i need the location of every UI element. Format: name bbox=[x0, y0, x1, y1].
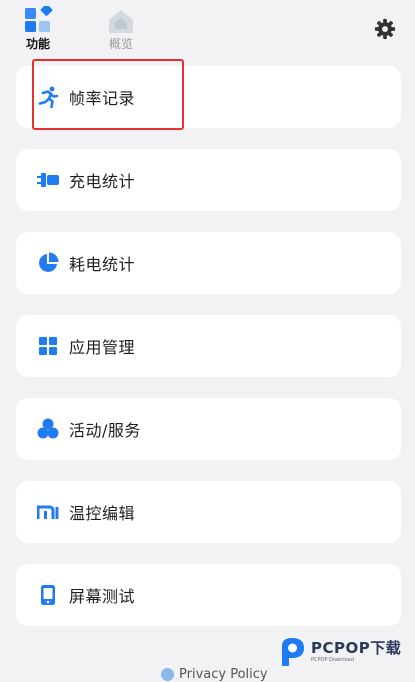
menu-item-screen-test[interactable]: 屏幕测试 bbox=[16, 564, 401, 626]
mi-logo-icon bbox=[37, 501, 59, 523]
privacy-dot-icon bbox=[161, 668, 174, 681]
pcpop-logo-icon bbox=[282, 638, 304, 666]
watermark-subtext: PCPOP Download bbox=[311, 657, 354, 663]
grid-diamond-icon bbox=[25, 6, 53, 32]
menu-item-label: 温控编辑 bbox=[69, 504, 136, 523]
three-circles-icon bbox=[37, 418, 59, 440]
top-bar: 功能 概览 bbox=[0, 0, 415, 58]
pie-chart-icon bbox=[37, 252, 59, 274]
app-grid-icon bbox=[37, 335, 59, 357]
menu-item-label: 耗电统计 bbox=[69, 255, 136, 274]
tab-features-label: 功能 bbox=[25, 37, 50, 51]
charger-plug-icon bbox=[37, 169, 59, 191]
menu-item-label: 屏幕测试 bbox=[69, 587, 136, 606]
menu-item-label: 充电统计 bbox=[69, 172, 136, 191]
menu-item-app-management[interactable]: 应用管理 bbox=[16, 315, 401, 377]
menu-item-label: 帧率记录 bbox=[69, 89, 136, 108]
menu-item-charging-stats[interactable]: 充电统计 bbox=[16, 149, 401, 211]
running-icon bbox=[37, 86, 59, 108]
watermark-logo: PCPOP下载 PCPOP Download bbox=[280, 634, 410, 670]
menu-item-activities-services[interactable]: 活动/服务 bbox=[16, 398, 401, 460]
phone-screen-icon bbox=[37, 584, 59, 606]
home-icon bbox=[109, 10, 133, 33]
watermark-text: PCPOP下载 bbox=[311, 639, 402, 657]
tab-overview-label: 概览 bbox=[108, 37, 133, 51]
feature-menu: 帧率记录 充电统计 耗电统计 应用管理 活动/服务 温控编辑 屏幕测试 bbox=[16, 66, 401, 647]
gear-icon[interactable] bbox=[374, 18, 396, 40]
menu-item-label: 应用管理 bbox=[69, 338, 136, 357]
menu-item-power-stats[interactable]: 耗电统计 bbox=[16, 232, 401, 294]
menu-item-frame-rate[interactable]: 帧率记录 bbox=[16, 66, 401, 128]
tab-overview[interactable]: 概览 bbox=[101, 6, 141, 51]
menu-item-thermal-edit[interactable]: 温控编辑 bbox=[16, 481, 401, 543]
tab-features[interactable]: 功能 bbox=[18, 6, 58, 51]
menu-item-label: 活动/服务 bbox=[69, 421, 141, 440]
